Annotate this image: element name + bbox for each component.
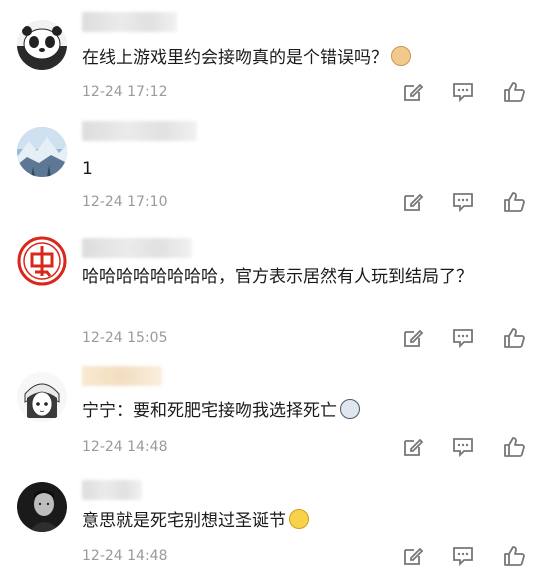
panda-avatar[interactable] [17,20,67,70]
thumbs-up-icon[interactable] [503,191,525,213]
comment-text: 哈哈哈哈哈哈哈哈，官方表示居然有人玩到结局了？ [82,267,473,287]
username-blurred[interactable] [82,12,177,32]
thumbs-up-icon[interactable] [503,327,525,349]
comment-icon[interactable] [452,545,474,567]
red-seal-avatar[interactable] [17,236,67,286]
comment-text: 1 [82,159,93,179]
comment-icon[interactable] [452,436,474,458]
edit-icon[interactable] [402,81,424,103]
snow-mountain-avatar[interactable] [17,127,67,177]
edit-icon[interactable] [402,545,424,567]
comment-time: 12-24 14:48 [82,548,168,564]
comment-icon[interactable] [452,327,474,349]
thumbs-up-icon[interactable] [503,436,525,458]
username-blurred[interactable] [82,121,197,141]
edit-icon[interactable] [402,327,424,349]
username-blurred[interactable] [82,366,162,386]
comment-time: 12-24 15:05 [82,330,168,346]
anime-girl-avatar[interactable] [17,372,67,422]
thumbs-up-icon[interactable] [503,81,525,103]
husky-emoji [340,399,360,419]
username-blurred[interactable] [82,480,142,500]
comment-time: 12-24 17:12 [82,84,168,100]
man-portrait-avatar[interactable] [17,482,67,532]
username-blurred[interactable] [82,238,192,258]
comment-time: 12-24 17:10 [82,194,168,210]
comment-text: 意思就是死宅别想过圣诞节 [82,508,522,535]
edit-icon[interactable] [402,436,424,458]
comment-text: 在线上游戏里约会接吻真的是个错误吗？ [82,45,522,72]
thumbs-up-icon[interactable] [503,545,525,567]
comment-time: 12-24 14:48 [82,439,168,455]
comment-icon[interactable] [452,81,474,103]
cat-emoji [391,46,411,66]
comment-text: 宁宁：要和死肥宅接吻我选择死亡 [82,398,522,425]
shh-emoji [289,509,309,529]
comment-icon[interactable] [452,191,474,213]
edit-icon[interactable] [402,191,424,213]
